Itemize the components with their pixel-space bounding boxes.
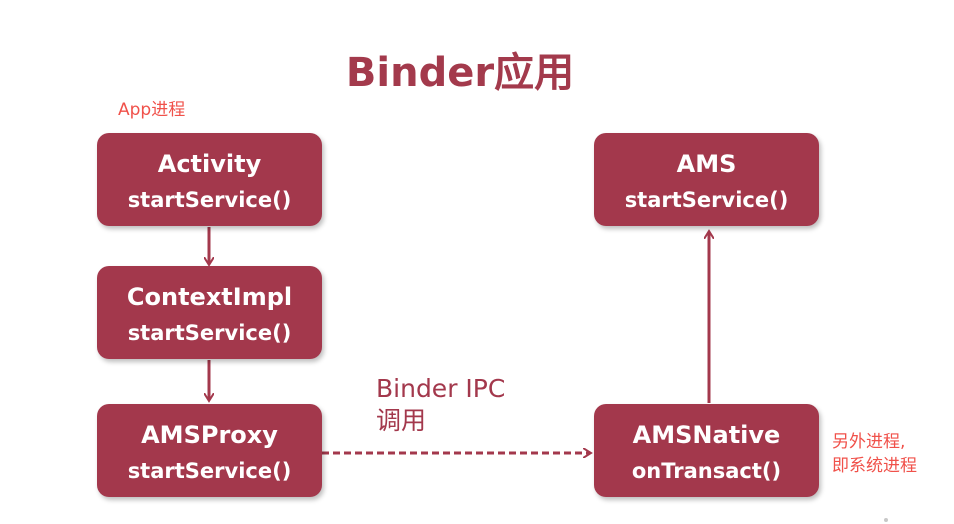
other-process-label-line1: 另外进程,: [832, 432, 906, 452]
box-amsproxy-name: AMSProxy: [141, 420, 278, 449]
box-ams: AMS startService(): [594, 133, 819, 226]
box-amsproxy-method: startService(): [127, 458, 292, 483]
box-amsnative: AMSNative onTransact(): [594, 404, 819, 497]
binder-ipc-label: Binder IPC 调用: [376, 373, 505, 437]
box-amsnative-method: onTransact(): [631, 458, 782, 483]
box-contextimpl-method: startService(): [127, 320, 292, 345]
binder-ipc-label-line2: 调用: [376, 406, 427, 435]
corner-dot: [884, 518, 888, 522]
box-activity: Activity startService(): [97, 133, 322, 226]
box-activity-name: Activity: [157, 149, 262, 178]
binder-ipc-label-line1: Binder IPC: [376, 374, 506, 403]
box-activity-method: startService(): [127, 187, 292, 212]
box-amsnative-name: AMSNative: [632, 420, 781, 449]
box-contextimpl-name: ContextImpl: [126, 282, 293, 311]
box-ams-method: startService(): [624, 187, 789, 212]
other-process-label-line2: 即系统进程: [832, 456, 917, 476]
other-process-label: 另外进程, 即系统进程: [832, 430, 917, 478]
box-ams-name: AMS: [676, 149, 737, 178]
box-amsproxy: AMSProxy startService(): [97, 404, 322, 497]
box-contextimpl: ContextImpl startService(): [97, 266, 322, 359]
